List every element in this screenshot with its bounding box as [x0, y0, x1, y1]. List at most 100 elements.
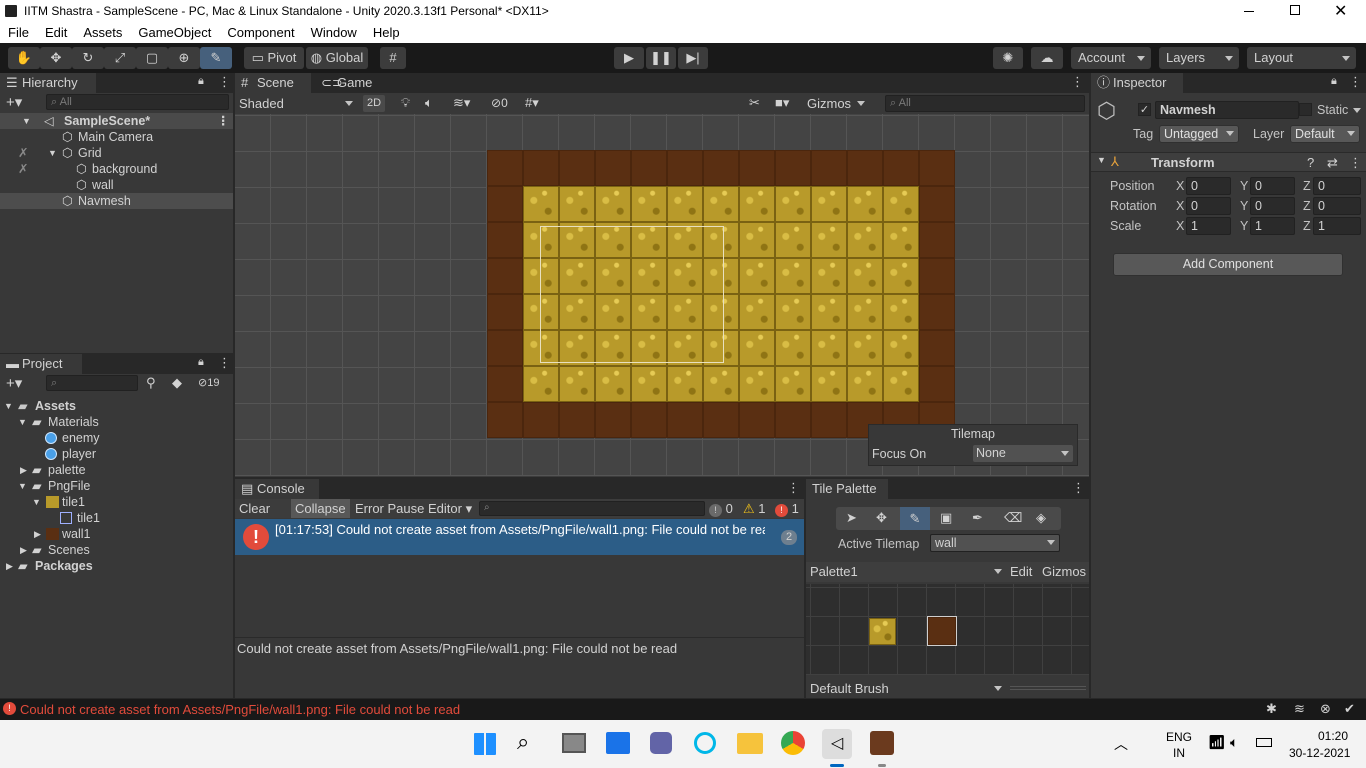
- project-search-input[interactable]: ⌕: [46, 375, 138, 391]
- project-item-tile1[interactable]: ▼ tile1: [0, 494, 233, 510]
- language-top[interactable]: ENG: [1166, 730, 1192, 744]
- error-count-toggle[interactable]: ! 1: [775, 501, 799, 517]
- game-app-icon[interactable]: [870, 731, 894, 755]
- tab-console[interactable]: ▤ Console: [235, 479, 319, 499]
- help-icon[interactable]: ?: [1307, 155, 1314, 170]
- menu-file[interactable]: File: [0, 23, 37, 43]
- panel-menu-icon[interactable]: ⋮: [218, 355, 231, 371]
- battery-icon[interactable]: [1256, 738, 1272, 747]
- panel-menu-icon[interactable]: ⋮: [1071, 74, 1084, 90]
- global-toggle[interactable]: ◍ Global: [306, 47, 368, 69]
- scene-search-input[interactable]: ⌕ All: [885, 95, 1085, 112]
- palette-dropdown[interactable]: Palette1: [810, 564, 1004, 579]
- picker-tool-icon[interactable]: ✒: [972, 510, 983, 526]
- minimize-icon[interactable]: [1244, 11, 1254, 12]
- tools-icon[interactable]: ✂: [749, 95, 760, 111]
- project-item-palette[interactable]: ▶ ▰ palette: [0, 462, 233, 478]
- lock-icon[interactable]: 🔒︎: [1331, 75, 1337, 88]
- menu-help[interactable]: Help: [365, 23, 408, 43]
- menu-edit[interactable]: Edit: [37, 23, 75, 43]
- lighting-icon[interactable]: 💡︎: [401, 95, 410, 111]
- scale-z-field[interactable]: 1: [1313, 217, 1361, 235]
- status-message[interactable]: Could not create asset from Assets/PngFi…: [20, 702, 460, 717]
- collab-button[interactable]: ✺: [993, 47, 1023, 69]
- camera-icon[interactable]: ■▾: [775, 95, 789, 111]
- hand-tool-button[interactable]: ✋: [8, 47, 40, 69]
- tab-game[interactable]: ⊂⊃ Game: [315, 73, 385, 93]
- pivot-toggle[interactable]: ▭ Pivot: [244, 47, 304, 69]
- chevron-down-icon[interactable]: [1353, 108, 1361, 117]
- transform-tool-button[interactable]: ⊕: [168, 47, 200, 69]
- active-tilemap-dropdown[interactable]: wall: [930, 534, 1060, 552]
- tab-tile-palette[interactable]: Tile Palette: [806, 479, 888, 499]
- rotation-z-field[interactable]: 0: [1313, 197, 1361, 215]
- file-explorer-icon[interactable]: [737, 733, 763, 754]
- palette-edit-button[interactable]: Edit: [1010, 564, 1032, 579]
- info-count-toggle[interactable]: ! 0: [709, 501, 733, 517]
- eraser-tool-icon[interactable]: ⌫: [1004, 510, 1022, 526]
- project-item-wall1[interactable]: ▶ wall1: [0, 526, 233, 542]
- menu-window[interactable]: Window: [303, 23, 365, 43]
- brush-dropdown[interactable]: Default Brush: [806, 679, 1006, 698]
- panel-menu-icon[interactable]: ⋮: [787, 480, 800, 496]
- project-item-player[interactable]: player: [0, 446, 233, 462]
- hierarchy-item-grid[interactable]: ✗ ▼ ⬡ Grid: [0, 145, 233, 161]
- select-tool-icon[interactable]: ➤: [846, 510, 857, 526]
- hierarchy-item-main-camera[interactable]: ⬡ Main Camera: [0, 129, 233, 145]
- project-item-assets[interactable]: ▼ ▰ Assets: [0, 398, 233, 414]
- hierarchy-search-input[interactable]: ⌕ All: [46, 94, 229, 110]
- cloud-button[interactable]: ☁: [1031, 47, 1063, 69]
- language-bottom[interactable]: IN: [1173, 746, 1185, 760]
- layers-dropdown[interactable]: Layers: [1159, 47, 1239, 69]
- rotation-y-field[interactable]: 0: [1250, 197, 1295, 215]
- focus-on-dropdown[interactable]: None: [973, 445, 1073, 462]
- tab-inspector[interactable]: ⓘ Inspector: [1091, 73, 1183, 93]
- effects-icon[interactable]: ≋▾: [453, 95, 470, 111]
- start-icon[interactable]: [474, 733, 496, 755]
- volume-icon[interactable]: 🔈︎: [1230, 734, 1238, 751]
- hidden-objects-icon[interactable]: ⊘0: [491, 96, 508, 110]
- menu-assets[interactable]: Assets: [75, 23, 130, 43]
- task-view-icon[interactable]: [562, 733, 586, 753]
- position-y-field[interactable]: 0: [1250, 177, 1295, 195]
- move-tool-icon[interactable]: ✥: [876, 510, 887, 526]
- search-icon[interactable]: ⌕: [517, 729, 529, 755]
- clock-date[interactable]: 30-12-2021: [1289, 746, 1350, 760]
- unity-taskbar-icon[interactable]: ◁: [822, 729, 852, 759]
- scene-row[interactable]: ▼ ◁ SampleScene* ⋮: [0, 113, 233, 129]
- add-component-button[interactable]: Add Component: [1113, 253, 1343, 276]
- project-item-tile1-sprite[interactable]: tile1: [0, 510, 233, 526]
- project-item-materials[interactable]: ▼ ▰ Materials: [0, 414, 233, 430]
- palette-tile-grass[interactable]: [869, 618, 896, 645]
- static-checkbox[interactable]: [1299, 103, 1312, 116]
- step-button[interactable]: ▶|: [678, 47, 708, 69]
- grid-visibility-icon[interactable]: #▾: [525, 95, 539, 111]
- rotate-tool-button[interactable]: ↻: [72, 47, 104, 69]
- visibility-hidden-icon[interactable]: ✗: [18, 145, 28, 161]
- audio-icon[interactable]: 🔈︎: [425, 95, 433, 111]
- collab-status-icon[interactable]: ≋: [1294, 701, 1305, 717]
- widgets-icon[interactable]: [606, 732, 630, 754]
- project-item-scenes[interactable]: ▶ ▰ Scenes: [0, 542, 233, 558]
- auto-generate-lighting-icon[interactable]: ⊗: [1320, 701, 1331, 717]
- check-icon[interactable]: ✔: [1344, 701, 1355, 717]
- transform-header[interactable]: ▼ ⅄ Transform ? ⇄ ⋮: [1091, 152, 1366, 172]
- tab-hierarchy[interactable]: ☰ Hierarchy: [0, 73, 96, 93]
- rect-tool-button[interactable]: ▢: [136, 47, 168, 69]
- layout-dropdown[interactable]: Layout: [1247, 47, 1356, 69]
- active-checkbox[interactable]: ✓: [1138, 103, 1151, 116]
- component-menu-icon[interactable]: ⋮: [1349, 155, 1362, 171]
- console-search-input[interactable]: ⌕: [479, 501, 705, 516]
- panel-menu-icon[interactable]: ⋮: [218, 74, 231, 90]
- palette-gizmos-button[interactable]: Gizmos: [1042, 564, 1086, 579]
- shading-mode-dropdown[interactable]: Shaded: [239, 95, 355, 112]
- position-z-field[interactable]: 0: [1313, 177, 1361, 195]
- debug-icon[interactable]: ✱: [1266, 701, 1277, 717]
- restore-icon[interactable]: [1290, 5, 1300, 15]
- account-dropdown[interactable]: Account: [1071, 47, 1151, 69]
- console-entry[interactable]: ! [01:17:53] Could not create asset from…: [235, 519, 804, 555]
- menu-component[interactable]: Component: [219, 23, 302, 43]
- hierarchy-item-navmesh[interactable]: ⬡ Navmesh: [0, 193, 233, 209]
- visibility-hidden-icon[interactable]: ✗: [18, 161, 28, 177]
- error-pause-toggle[interactable]: Error Pause: [355, 501, 424, 516]
